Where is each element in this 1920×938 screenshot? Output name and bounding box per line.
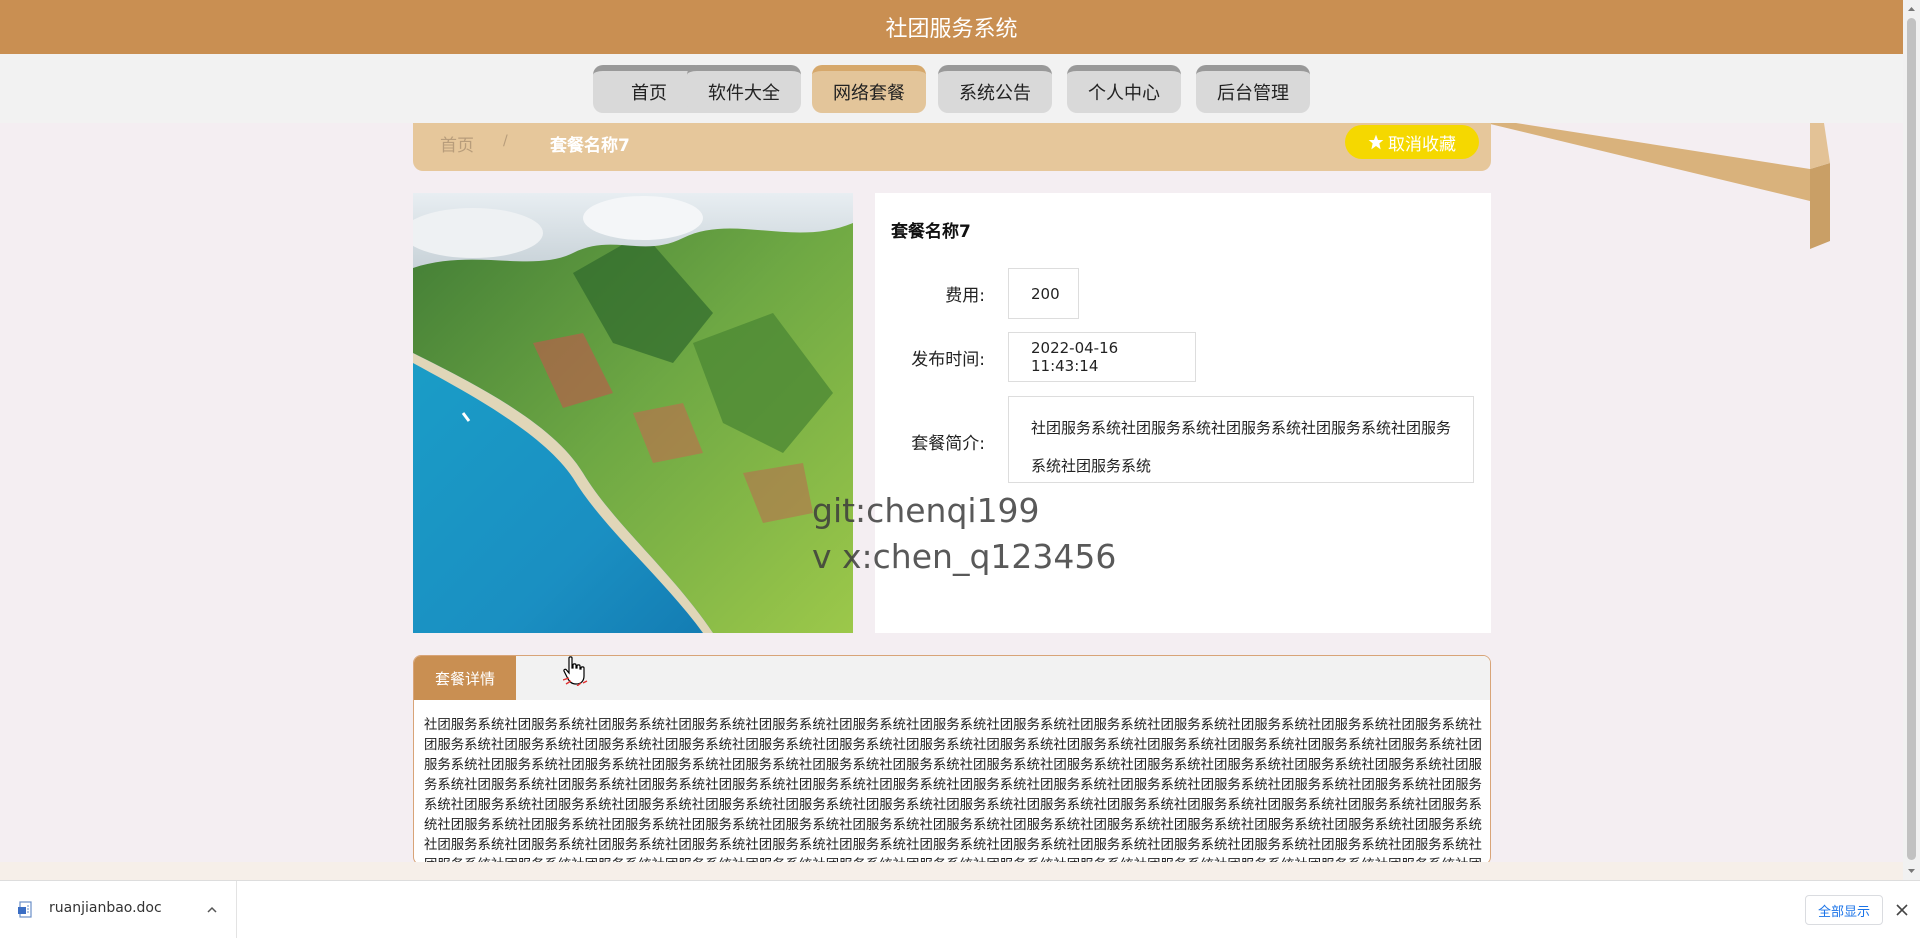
scroll-thumb[interactable] [1907, 18, 1916, 860]
tab-package-details[interactable]: 套餐详情 [414, 656, 516, 700]
download-item[interactable]: ruanjianbao.doc [0, 881, 237, 938]
breadcrumb: 首页 / 套餐名称7 取消收藏 [413, 123, 1491, 171]
intro-value: 社团服务系统社团服务系统社团服务系统社团服务系统社团服务系统社团服务系统 [1008, 396, 1474, 483]
cancel-favorite-label: 取消收藏 [1388, 134, 1456, 155]
document-icon [18, 901, 32, 918]
price-label: 费用: [945, 286, 985, 306]
package-image [413, 193, 853, 633]
close-icon[interactable] [1894, 902, 1910, 918]
download-bar: ruanjianbao.doc 全部显示 [0, 880, 1920, 938]
intro-label: 套餐简介: [911, 434, 985, 454]
cancel-favorite-button[interactable]: 取消收藏 [1345, 125, 1479, 159]
site-header: 社团服务系统 [0, 0, 1903, 54]
nav-item-announcements[interactable]: 系统公告 [938, 65, 1052, 113]
page-scrollbar[interactable] [1903, 0, 1920, 880]
watermark-line-1: git:chenqi199 [812, 491, 1040, 530]
nav-item-software[interactable]: 软件大全 [687, 65, 801, 113]
watermark: git:chenqi199 v x:chen_q123456 [812, 488, 1116, 580]
main-nav: 首页 软件大全 网络套餐 系统公告 个人中心 后台管理 [0, 54, 1903, 123]
breadcrumb-separator: / [503, 133, 508, 149]
show-all-button[interactable]: 全部显示 [1805, 895, 1883, 925]
publish-time-label: 发布时间: [911, 350, 985, 370]
nav-item-admin[interactable]: 后台管理 [1196, 65, 1310, 113]
breadcrumb-current: 套餐名称7 [550, 136, 630, 156]
price-value: 200 [1008, 268, 1079, 319]
publish-time-value: 2022-04-16 11:43:14 [1008, 332, 1196, 382]
package-name: 套餐名称7 [891, 222, 971, 242]
nav-item-personal-center[interactable]: 个人中心 [1067, 65, 1181, 113]
hand-cursor-icon [563, 656, 588, 686]
download-file-name: ruanjianbao.doc [49, 900, 162, 916]
watermark-line-2: v x:chen_q123456 [812, 537, 1117, 576]
page-footer-strip [0, 862, 1903, 880]
nav-item-network-packages[interactable]: 网络套餐 [812, 65, 926, 113]
star-icon [1368, 134, 1384, 150]
site-title: 社团服务系统 [885, 17, 1018, 42]
scroll-down-icon[interactable] [1903, 864, 1920, 878]
decorative-frame [1486, 123, 1830, 249]
package-description: 社团服务系统社团服务系统社团服务系统社团服务系统社团服务系统社团服务系统社团服务… [424, 718, 1482, 864]
package-details: 套餐详情 社团服务系统社团服务系统社团服务系统社团服务系统社团服务系统社团服务系… [413, 655, 1491, 865]
chevron-up-icon[interactable] [205, 903, 219, 917]
scroll-up-icon[interactable] [1903, 2, 1920, 16]
breadcrumb-home-link[interactable]: 首页 [440, 131, 474, 156]
